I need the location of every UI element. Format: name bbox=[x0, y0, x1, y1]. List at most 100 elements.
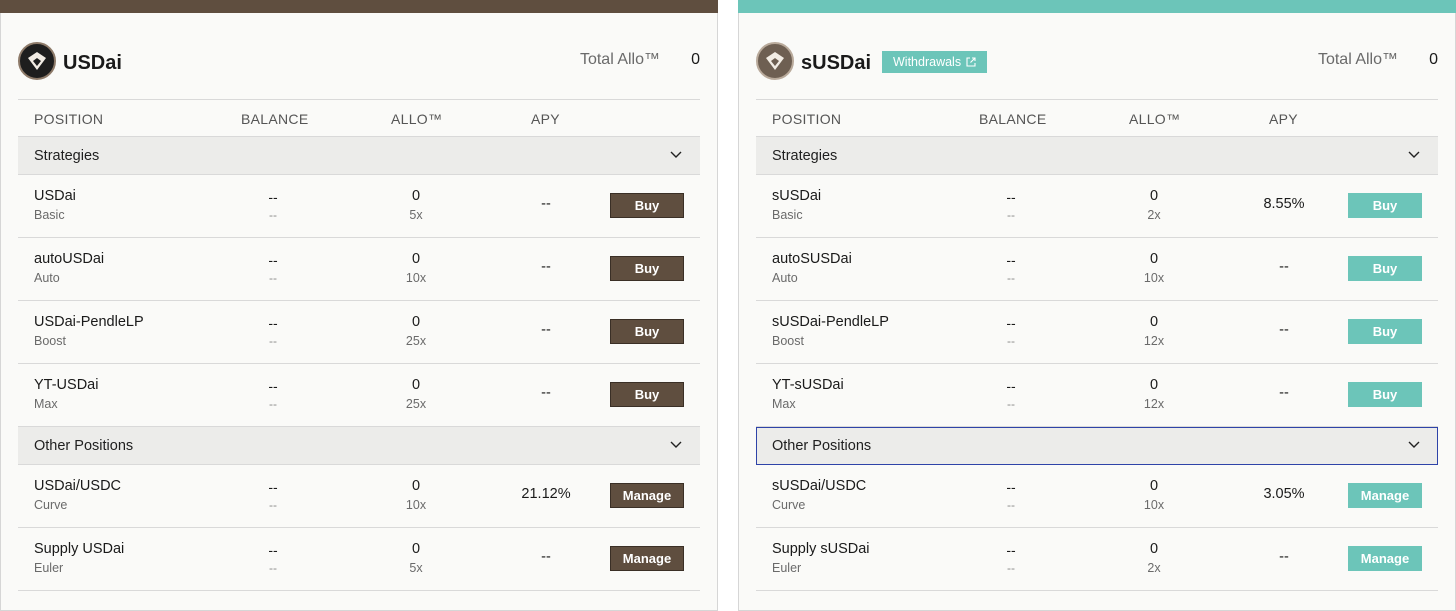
position-type: Curve bbox=[772, 498, 806, 512]
position-name: YT-USDai bbox=[34, 377, 99, 393]
table-row: sUSDai-PendleLP Boost -- -- 0 12x -- Buy bbox=[756, 301, 1438, 364]
table-row: sUSDai/USDC Curve -- -- 0 10x 3.05% Mana… bbox=[756, 465, 1438, 528]
allo-multiplier: 10x bbox=[1143, 271, 1165, 285]
manage-button[interactable]: Manage bbox=[1348, 483, 1422, 508]
balance-sub-value: -- bbox=[1007, 498, 1015, 512]
balance-sub-value: -- bbox=[269, 334, 277, 348]
other-positions-section-toggle[interactable]: Other Positions bbox=[18, 427, 700, 465]
balance-value: -- bbox=[1006, 189, 1016, 205]
apy-value: -- bbox=[541, 259, 551, 275]
balance-sub-value: -- bbox=[269, 561, 277, 575]
balance-value: -- bbox=[268, 542, 278, 558]
allo-multiplier: 10x bbox=[405, 271, 427, 285]
position-name: sUSDai/USDC bbox=[772, 478, 867, 494]
panel-title: sUSDai bbox=[801, 52, 872, 74]
balance-sub-value: -- bbox=[269, 397, 277, 411]
table-header: POSITION BALANCE ALLO™ APY bbox=[756, 99, 1438, 137]
table-row: USDai/USDC Curve -- -- 0 10x 21.12% Mana… bbox=[18, 465, 700, 528]
allo-value: 0 bbox=[411, 314, 421, 330]
apy-value: -- bbox=[1279, 549, 1289, 565]
position-type: Max bbox=[34, 397, 58, 411]
buy-button[interactable]: Buy bbox=[610, 319, 684, 344]
buy-button[interactable]: Buy bbox=[610, 256, 684, 281]
total-allo-label: Total Allo™ bbox=[579, 51, 660, 68]
allo-value: 0 bbox=[1149, 314, 1159, 330]
table-row: YT-sUSDai Max -- -- 0 12x -- Buy bbox=[756, 364, 1438, 427]
position-type: Auto bbox=[34, 271, 60, 285]
allo-value: 0 bbox=[411, 478, 421, 494]
manage-button[interactable]: Manage bbox=[610, 546, 684, 571]
strategies-section-toggle[interactable]: Strategies bbox=[756, 137, 1438, 175]
allo-multiplier: 2x bbox=[1147, 208, 1161, 222]
balance-sub-value: -- bbox=[269, 498, 277, 512]
table-row: sUSDai Basic -- -- 0 2x 8.55% Buy bbox=[756, 175, 1438, 238]
other-positions-section-toggle[interactable]: Other Positions bbox=[756, 427, 1438, 465]
position-name: USDai/USDC bbox=[34, 478, 122, 494]
chevron-down-icon bbox=[1408, 441, 1420, 448]
section-label: Other Positions bbox=[34, 438, 134, 454]
apy-value: -- bbox=[541, 196, 551, 212]
column-header-position: POSITION bbox=[34, 111, 104, 127]
balance-value: -- bbox=[1006, 252, 1016, 268]
balance-value: -- bbox=[268, 479, 278, 495]
position-name: USDai bbox=[34, 188, 76, 204]
allo-value: 0 bbox=[1149, 478, 1159, 494]
allo-value: 0 bbox=[411, 188, 421, 204]
column-header-position: POSITION bbox=[772, 111, 842, 127]
position-name: Supply USDai bbox=[34, 541, 125, 557]
position-name: sUSDai bbox=[772, 188, 822, 204]
chevron-down-icon bbox=[670, 151, 682, 158]
position-type: Auto bbox=[772, 271, 798, 285]
strategies-section-toggle[interactable]: Strategies bbox=[18, 137, 700, 175]
balance-value: -- bbox=[268, 315, 278, 331]
table-row: autoSUSDai Auto -- -- 0 10x -- Buy bbox=[756, 238, 1438, 301]
positions-table: POSITION BALANCE ALLO™ APY Strategies sU… bbox=[756, 99, 1438, 591]
column-header-apy: APY bbox=[1269, 111, 1298, 127]
table-header: POSITION BALANCE ALLO™ APY bbox=[18, 99, 700, 137]
column-header-allo: ALLO™ bbox=[1129, 111, 1181, 127]
position-name: USDai-PendleLP bbox=[34, 314, 144, 330]
allo-multiplier: 12x bbox=[1143, 397, 1165, 411]
manage-button[interactable]: Manage bbox=[610, 483, 684, 508]
panel-accent-bar bbox=[0, 0, 718, 13]
balance-value: -- bbox=[268, 378, 278, 394]
manage-button[interactable]: Manage bbox=[1348, 546, 1422, 571]
buy-button[interactable]: Buy bbox=[610, 382, 684, 407]
allo-multiplier: 12x bbox=[1143, 334, 1165, 348]
allo-value: 0 bbox=[411, 251, 421, 267]
susdai-logo-icon bbox=[756, 42, 794, 80]
panel-header: USDai Total Allo™ 0 bbox=[18, 40, 700, 85]
table-row: USDai Basic -- -- 0 5x -- Buy bbox=[18, 175, 700, 238]
allo-multiplier: 25x bbox=[405, 334, 427, 348]
withdrawals-link[interactable]: Withdrawals bbox=[882, 51, 988, 73]
apy-value: 21.12% bbox=[521, 486, 571, 502]
balance-value: -- bbox=[1006, 315, 1016, 331]
column-header-apy: APY bbox=[531, 111, 560, 127]
buy-button[interactable]: Buy bbox=[1348, 193, 1422, 218]
allo-multiplier: 25x bbox=[405, 397, 427, 411]
table-row: YT-USDai Max -- -- 0 25x -- Buy bbox=[18, 364, 700, 427]
section-label: Other Positions bbox=[772, 438, 872, 454]
buy-button[interactable]: Buy bbox=[610, 193, 684, 218]
allo-value: 0 bbox=[1149, 541, 1159, 557]
balance-value: -- bbox=[268, 252, 278, 268]
position-name: Supply sUSDai bbox=[772, 541, 870, 557]
table-row: Supply sUSDai Euler -- -- 0 2x -- Manage bbox=[756, 528, 1438, 591]
section-label: Strategies bbox=[34, 148, 100, 164]
total-allo-label: Total Allo™ bbox=[1317, 51, 1398, 68]
apy-value: -- bbox=[1279, 385, 1289, 401]
position-type: Boost bbox=[34, 334, 66, 348]
position-type: Basic bbox=[772, 208, 803, 222]
table-row: Supply USDai Euler -- -- 0 5x -- Manage bbox=[18, 528, 700, 591]
position-name: autoSUSDai bbox=[772, 251, 852, 267]
buy-button[interactable]: Buy bbox=[1348, 256, 1422, 281]
balance-value: -- bbox=[1006, 479, 1016, 495]
buy-button[interactable]: Buy bbox=[1348, 382, 1422, 407]
apy-value: -- bbox=[541, 385, 551, 401]
apy-value: 3.05% bbox=[1263, 486, 1305, 502]
buy-button[interactable]: Buy bbox=[1348, 319, 1422, 344]
allo-multiplier: 5x bbox=[409, 561, 423, 575]
position-type: Boost bbox=[772, 334, 804, 348]
balance-value: -- bbox=[1006, 378, 1016, 394]
apy-value: -- bbox=[541, 322, 551, 338]
